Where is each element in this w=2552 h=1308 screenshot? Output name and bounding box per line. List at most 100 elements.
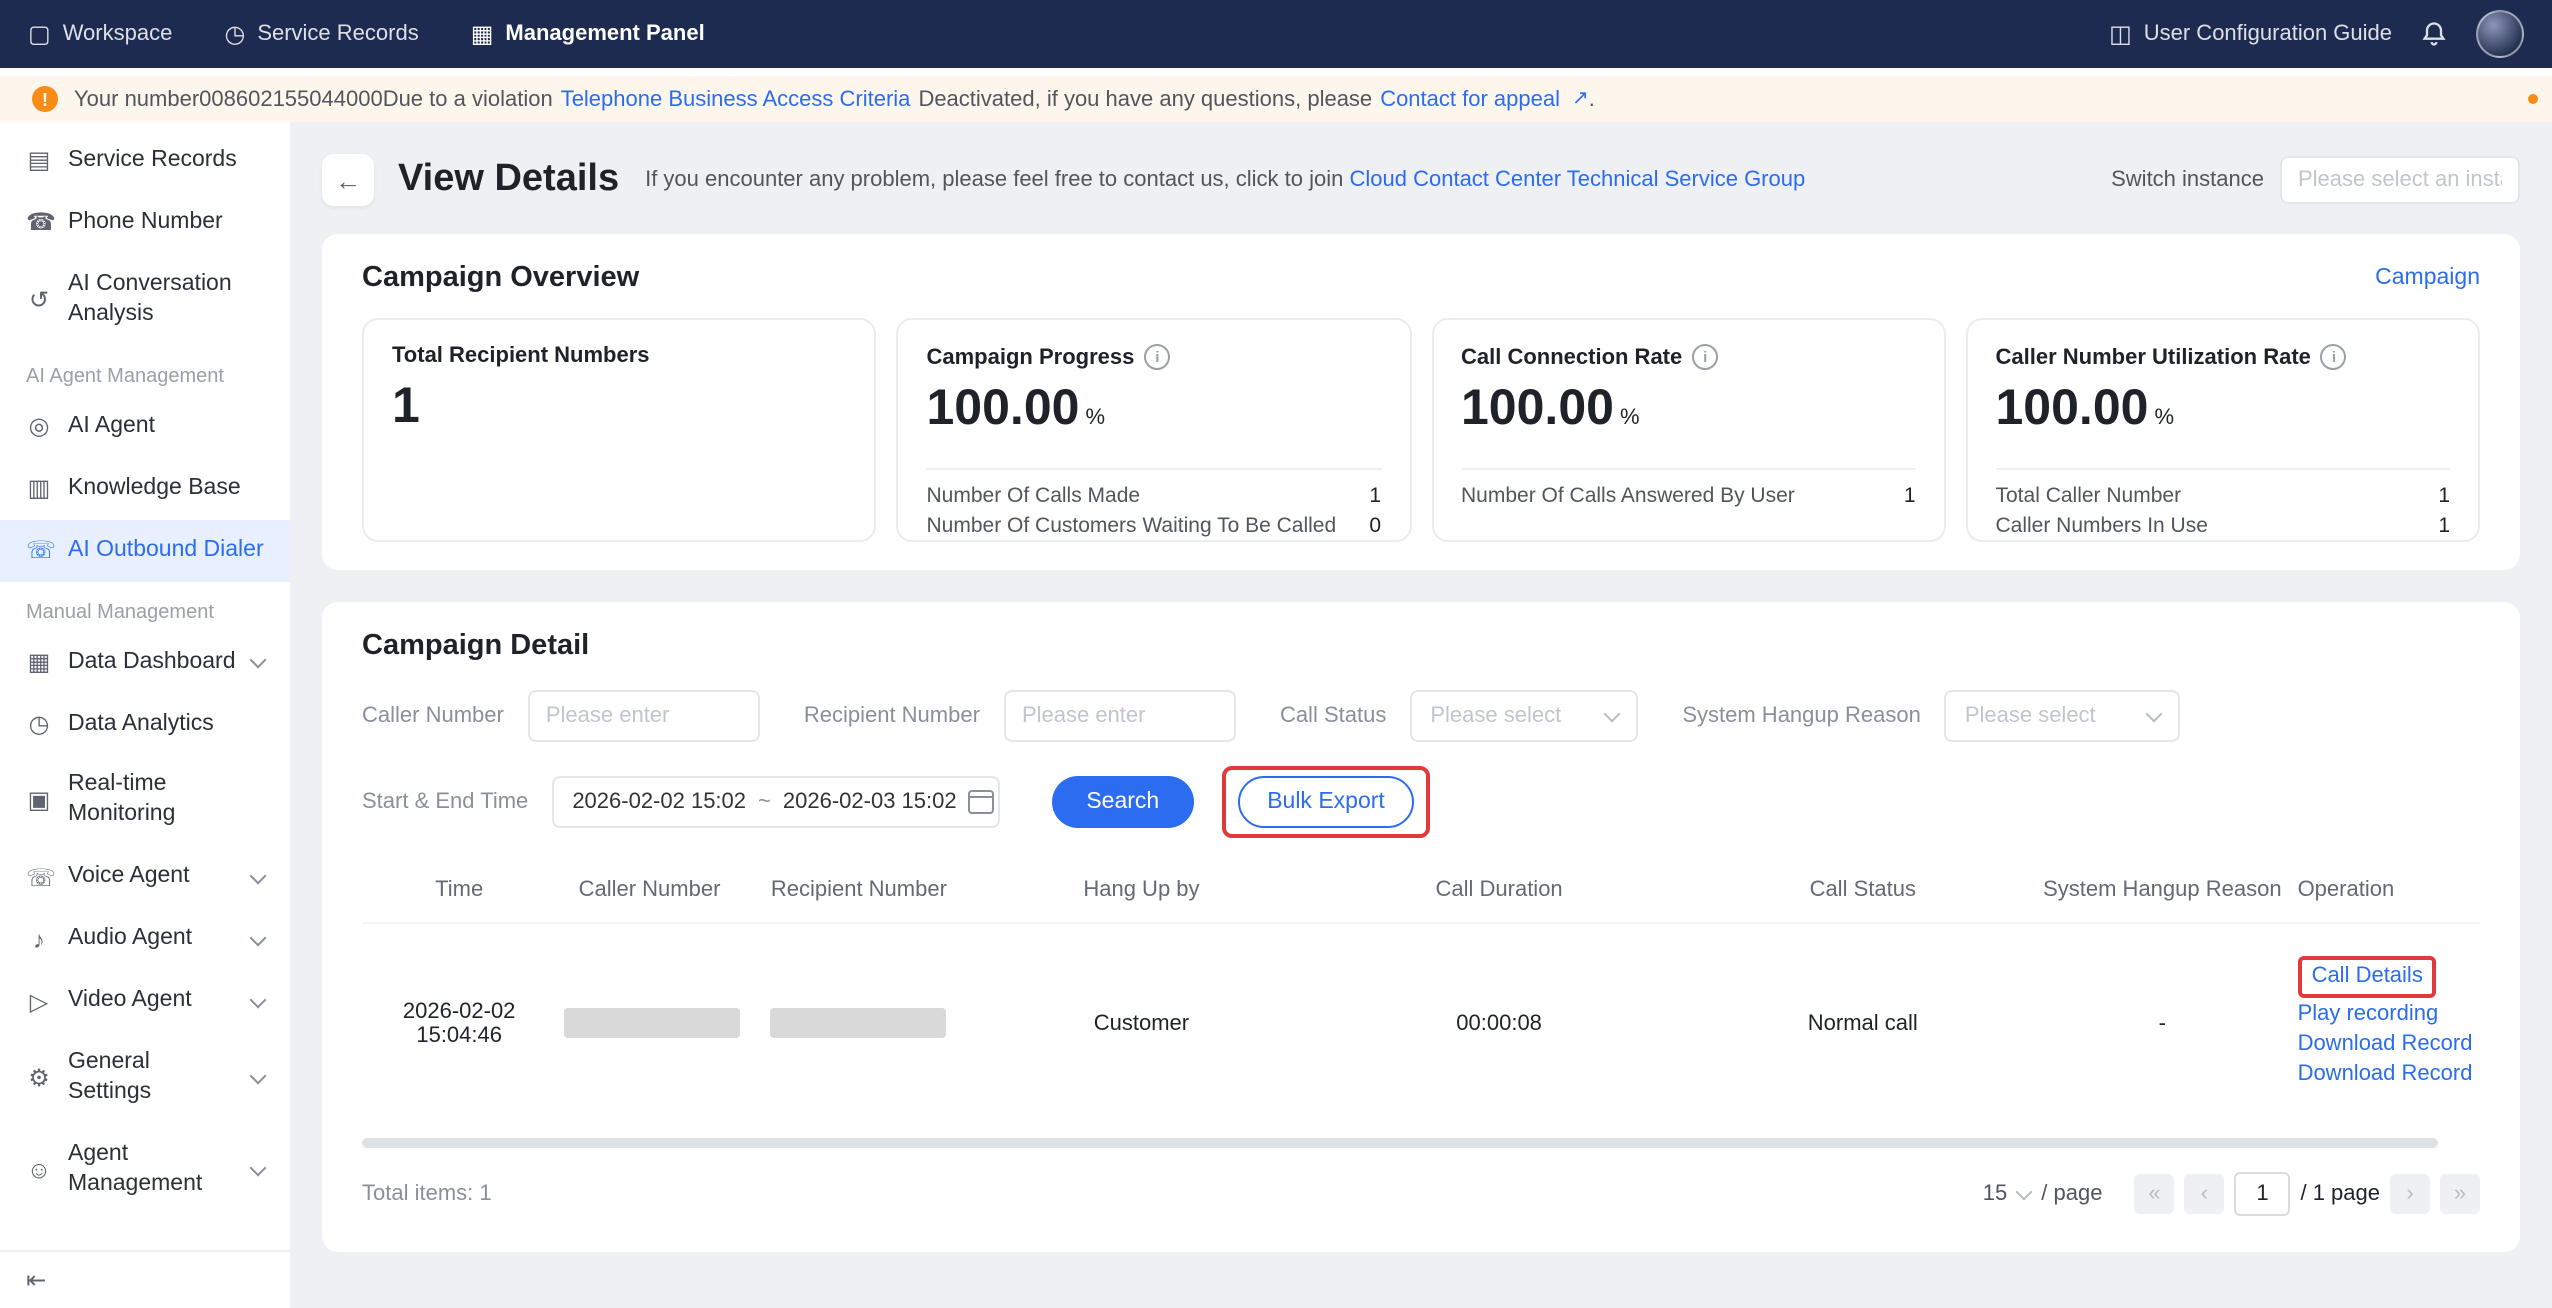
caller-number-input[interactable] (528, 690, 760, 742)
page-title: View Details (398, 158, 619, 202)
call-records-table: Time Caller Number Recipient Number Hang… (362, 858, 2480, 1122)
banner-indicator-dot[interactable] (2528, 94, 2538, 104)
sidebar-item-label: Data Analytics (68, 709, 214, 739)
play-recording-link[interactable]: Play recording (2298, 1000, 2472, 1030)
file-text-icon: ▤ (26, 149, 52, 173)
sidebar-item-knowledge-base[interactable]: ▥ Knowledge Base (0, 457, 290, 519)
date-range-picker[interactable]: 2026-02-02 15:02 ~ 2026-02-03 15:02 (552, 776, 1000, 828)
sidebar-item-label: Real-time Monitoring (68, 771, 264, 831)
stat-value: 100.00 (1996, 384, 2149, 434)
user-configuration-guide[interactable]: ◫ User Configuration Guide (2109, 22, 2392, 46)
nav-service-records[interactable]: ◷ Service Records (224, 22, 418, 46)
sidebar-item-realtime-monitoring[interactable]: ▣ Real-time Monitoring (0, 755, 290, 847)
column-header-time: Time (362, 858, 556, 923)
call-details-annotation-box: Call Details (2298, 956, 2437, 998)
nav-management-panel[interactable]: ▦ Management Panel (471, 22, 705, 46)
sidebar-item-ai-agent[interactable]: ◎ AI Agent (0, 396, 290, 458)
stat-sub-label: Number Of Calls Answered By User (1461, 482, 1795, 512)
column-header-call-duration: Call Duration (1308, 858, 1691, 923)
total-items-label: Total items: 1 (362, 1182, 492, 1206)
workspace-icon: ▢ (28, 22, 51, 46)
call-status-placeholder: Please select (1430, 704, 1561, 728)
info-icon[interactable]: i (1144, 344, 1170, 370)
sidebar-item-ai-outbound-dialer[interactable]: ☏ AI Outbound Dialer (0, 519, 290, 581)
current-page-input[interactable]: 1 (2234, 1172, 2290, 1216)
search-button[interactable]: Search (1052, 776, 1193, 828)
column-header-call-status: Call Status (1690, 858, 2035, 923)
sidebar-item-phone-number[interactable]: ☎ Phone Number (0, 192, 290, 254)
phone-icon: ☎ (26, 211, 52, 235)
sidebar-item-ai-conversation-analysis[interactable]: ↺ AI Conversation Analysis (0, 254, 290, 346)
last-page-button[interactable]: » (2440, 1174, 2480, 1214)
topbar-divider (0, 68, 2552, 76)
collapse-sidebar-icon[interactable]: ⇤ (26, 1266, 46, 1294)
cell-call-status: Normal call (1690, 923, 2035, 1122)
sidebar-item-agent-management[interactable]: ☺ Agent Management (0, 1124, 290, 1216)
start-end-time-label: Start & End Time (362, 790, 528, 814)
info-icon[interactable]: i (1692, 344, 1718, 370)
sidebar-item-label: AI Conversation Analysis (68, 270, 264, 330)
pagination: 15 / page « ‹ 1 / 1 page › » (1983, 1172, 2480, 1216)
stat-sub-row: Caller Numbers In Use 1 (1996, 512, 2451, 542)
download-recording-audio-link[interactable]: Download Recording Au (2298, 1030, 2472, 1060)
next-page-button[interactable]: › (2390, 1174, 2430, 1214)
first-page-button[interactable]: « (2134, 1174, 2174, 1214)
technical-service-group-link[interactable]: Cloud Contact Center Technical Service G… (1350, 168, 1806, 192)
sidebar-item-general-settings[interactable]: ⚙ General Settings (0, 1032, 290, 1124)
page-size-select[interactable]: 15 (1983, 1182, 2030, 1206)
sidebar-item-label: Phone Number (68, 208, 223, 238)
user-avatar[interactable] (2476, 10, 2524, 58)
column-header-caller-number: Caller Number (556, 858, 742, 923)
warning-icon: ! (32, 86, 58, 112)
info-icon[interactable]: i (2321, 344, 2347, 370)
sidebar-item-audio-agent[interactable]: ♪ Audio Agent (0, 909, 290, 971)
horizontal-scrollbar[interactable] (362, 1138, 2438, 1148)
per-page-label: / page (2041, 1182, 2102, 1206)
nav-workspace-label: Workspace (63, 22, 173, 46)
previous-page-button[interactable]: ‹ (2184, 1174, 2224, 1214)
sidebar-item-voice-agent[interactable]: ☏ Voice Agent (0, 847, 290, 909)
audio-agent-icon: ♪ (26, 927, 52, 951)
campaign-link[interactable]: Campaign (2375, 266, 2480, 290)
stat-title: Caller Number Utilization Rate (1996, 345, 2311, 369)
stat-sub-row: Number Of Customers Waiting To Be Called… (927, 512, 1382, 542)
nav-workspace[interactable]: ▢ Workspace (28, 22, 172, 46)
stat-value: 100.00 (927, 384, 1080, 434)
chevron-down-icon (250, 1068, 267, 1085)
stat-sub-value: 1 (2438, 512, 2450, 542)
stat-title: Call Connection Rate (1461, 345, 1682, 369)
divider (927, 468, 1382, 470)
stat-sub-label: Number Of Calls Made (927, 482, 1141, 512)
hangup-reason-select[interactable]: Please select (1945, 690, 2181, 742)
hangup-reason-placeholder: Please select (1965, 704, 2096, 728)
sidebar-item-data-dashboard[interactable]: ▦ Data Dashboard (0, 631, 290, 693)
chevron-down-icon (250, 867, 267, 884)
stat-sub-value: 1 (1369, 482, 1381, 512)
bell-icon[interactable] (2420, 20, 2448, 48)
instance-select-input[interactable] (2280, 156, 2520, 204)
sidebar-item-label: Audio Agent (68, 925, 192, 955)
monitoring-icon: ▣ (26, 789, 52, 813)
sidebar-item-data-analytics[interactable]: ◷ Data Analytics (0, 693, 290, 755)
bulk-export-button[interactable]: Bulk Export (1237, 776, 1415, 828)
sidebar-item-label: Knowledge Base (68, 473, 241, 503)
recipient-number-input[interactable] (1004, 690, 1236, 742)
sidebar-item-video-agent[interactable]: ▷ Video Agent (0, 970, 290, 1032)
sidebar-item-service-records[interactable]: ▤ Service Records (0, 130, 290, 192)
divider (1461, 468, 1916, 470)
stat-title: Campaign Progress (927, 345, 1135, 369)
cell-caller-number (556, 923, 742, 1122)
download-recording-text-link[interactable]: Download Recording Te (2298, 1060, 2472, 1090)
call-details-link[interactable]: Call Details (2312, 964, 2423, 988)
outbound-dialer-icon: ☏ (26, 538, 52, 562)
divider (1996, 468, 2451, 470)
call-status-label: Call Status (1280, 704, 1386, 728)
chevron-down-icon (2015, 1183, 2032, 1200)
banner-link-contact-appeal[interactable]: Contact for appeal (1380, 87, 1560, 111)
banner-link-access-criteria[interactable]: Telephone Business Access Criteria (561, 87, 911, 111)
call-status-select[interactable]: Please select (1410, 690, 1638, 742)
stat-card-call-connection-rate: Call Connection Rate i 100.00 % Number O… (1431, 318, 1946, 542)
stat-sub-value: 1 (1904, 482, 1916, 512)
back-button[interactable]: ← (322, 154, 374, 206)
banner-text-1: Your number008602155044000Due to a viola… (74, 87, 553, 111)
